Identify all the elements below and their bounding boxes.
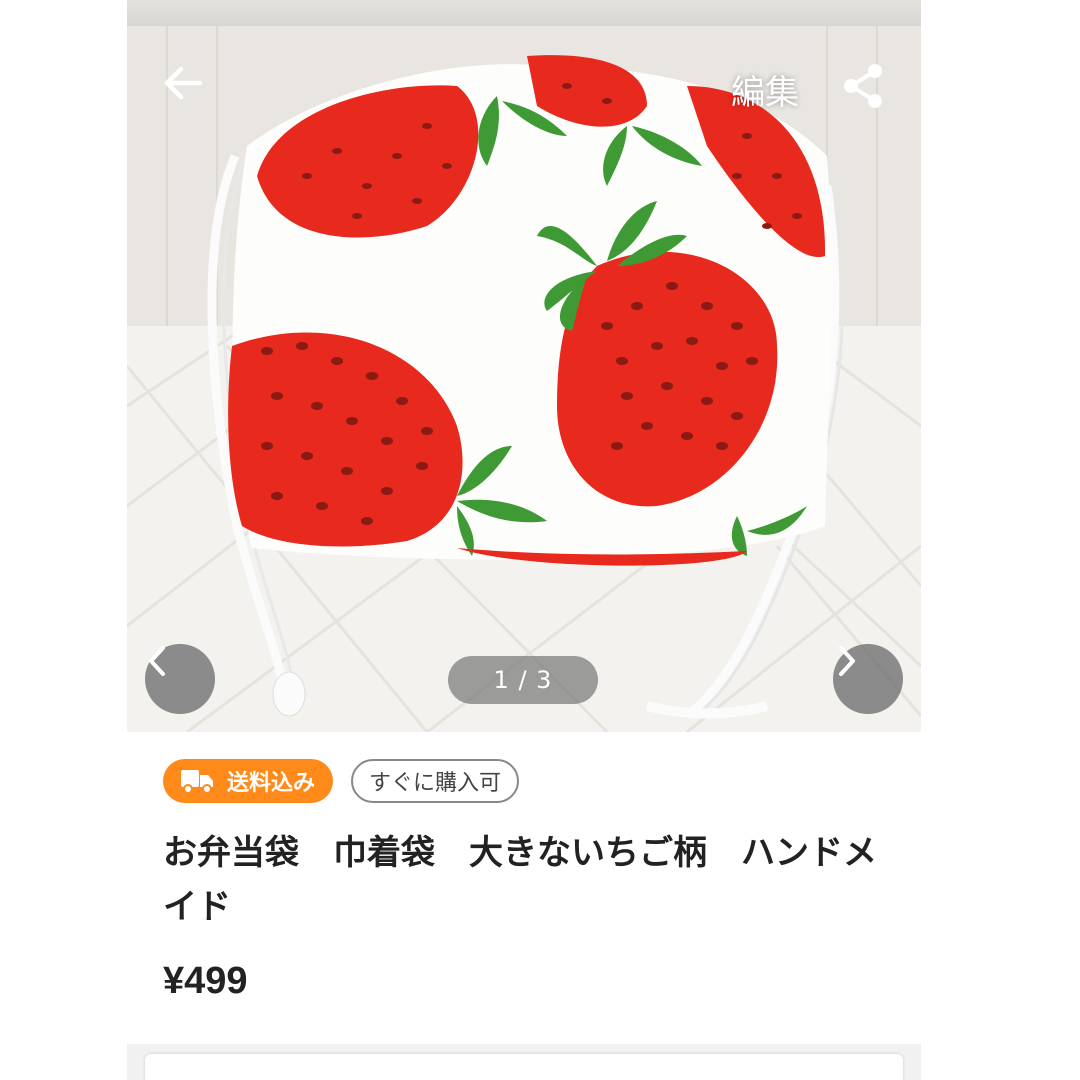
- status-bar: [127, 0, 921, 26]
- badge-row: 送料込み すぐに購入可: [163, 759, 520, 803]
- product-price: ¥499: [163, 960, 248, 1002]
- next-section-card: [145, 1054, 903, 1080]
- app-screen: 編集 1 / 3 送料込み すぐに購入可 お弁当袋 巾着袋 大きないちご柄 ハン…: [127, 0, 921, 1080]
- previous-image-button[interactable]: [145, 644, 215, 714]
- share-button[interactable]: [841, 62, 897, 118]
- shipping-badge-label: 送料込み: [227, 771, 316, 796]
- image-counter: 1 / 3: [448, 656, 598, 704]
- truck-icon: [179, 767, 215, 795]
- product-title: お弁当袋 巾着袋 大きないちご柄 ハンドメイド: [163, 833, 877, 927]
- shipping-included-badge: 送料込み: [163, 759, 334, 803]
- next-image-button[interactable]: [833, 644, 903, 714]
- chevron-right-icon: [839, 646, 855, 676]
- share-icon: [844, 64, 882, 108]
- product-image[interactable]: 編集 1 / 3: [127, 26, 921, 732]
- instant-buy-badge: すぐに購入可: [351, 759, 520, 803]
- chevron-left-icon: [149, 646, 165, 676]
- edit-button[interactable]: 編集: [731, 66, 799, 113]
- strawberry-bag-illustration: [127, 26, 921, 732]
- back-button[interactable]: [163, 66, 215, 112]
- arrow-left-icon: [164, 66, 203, 100]
